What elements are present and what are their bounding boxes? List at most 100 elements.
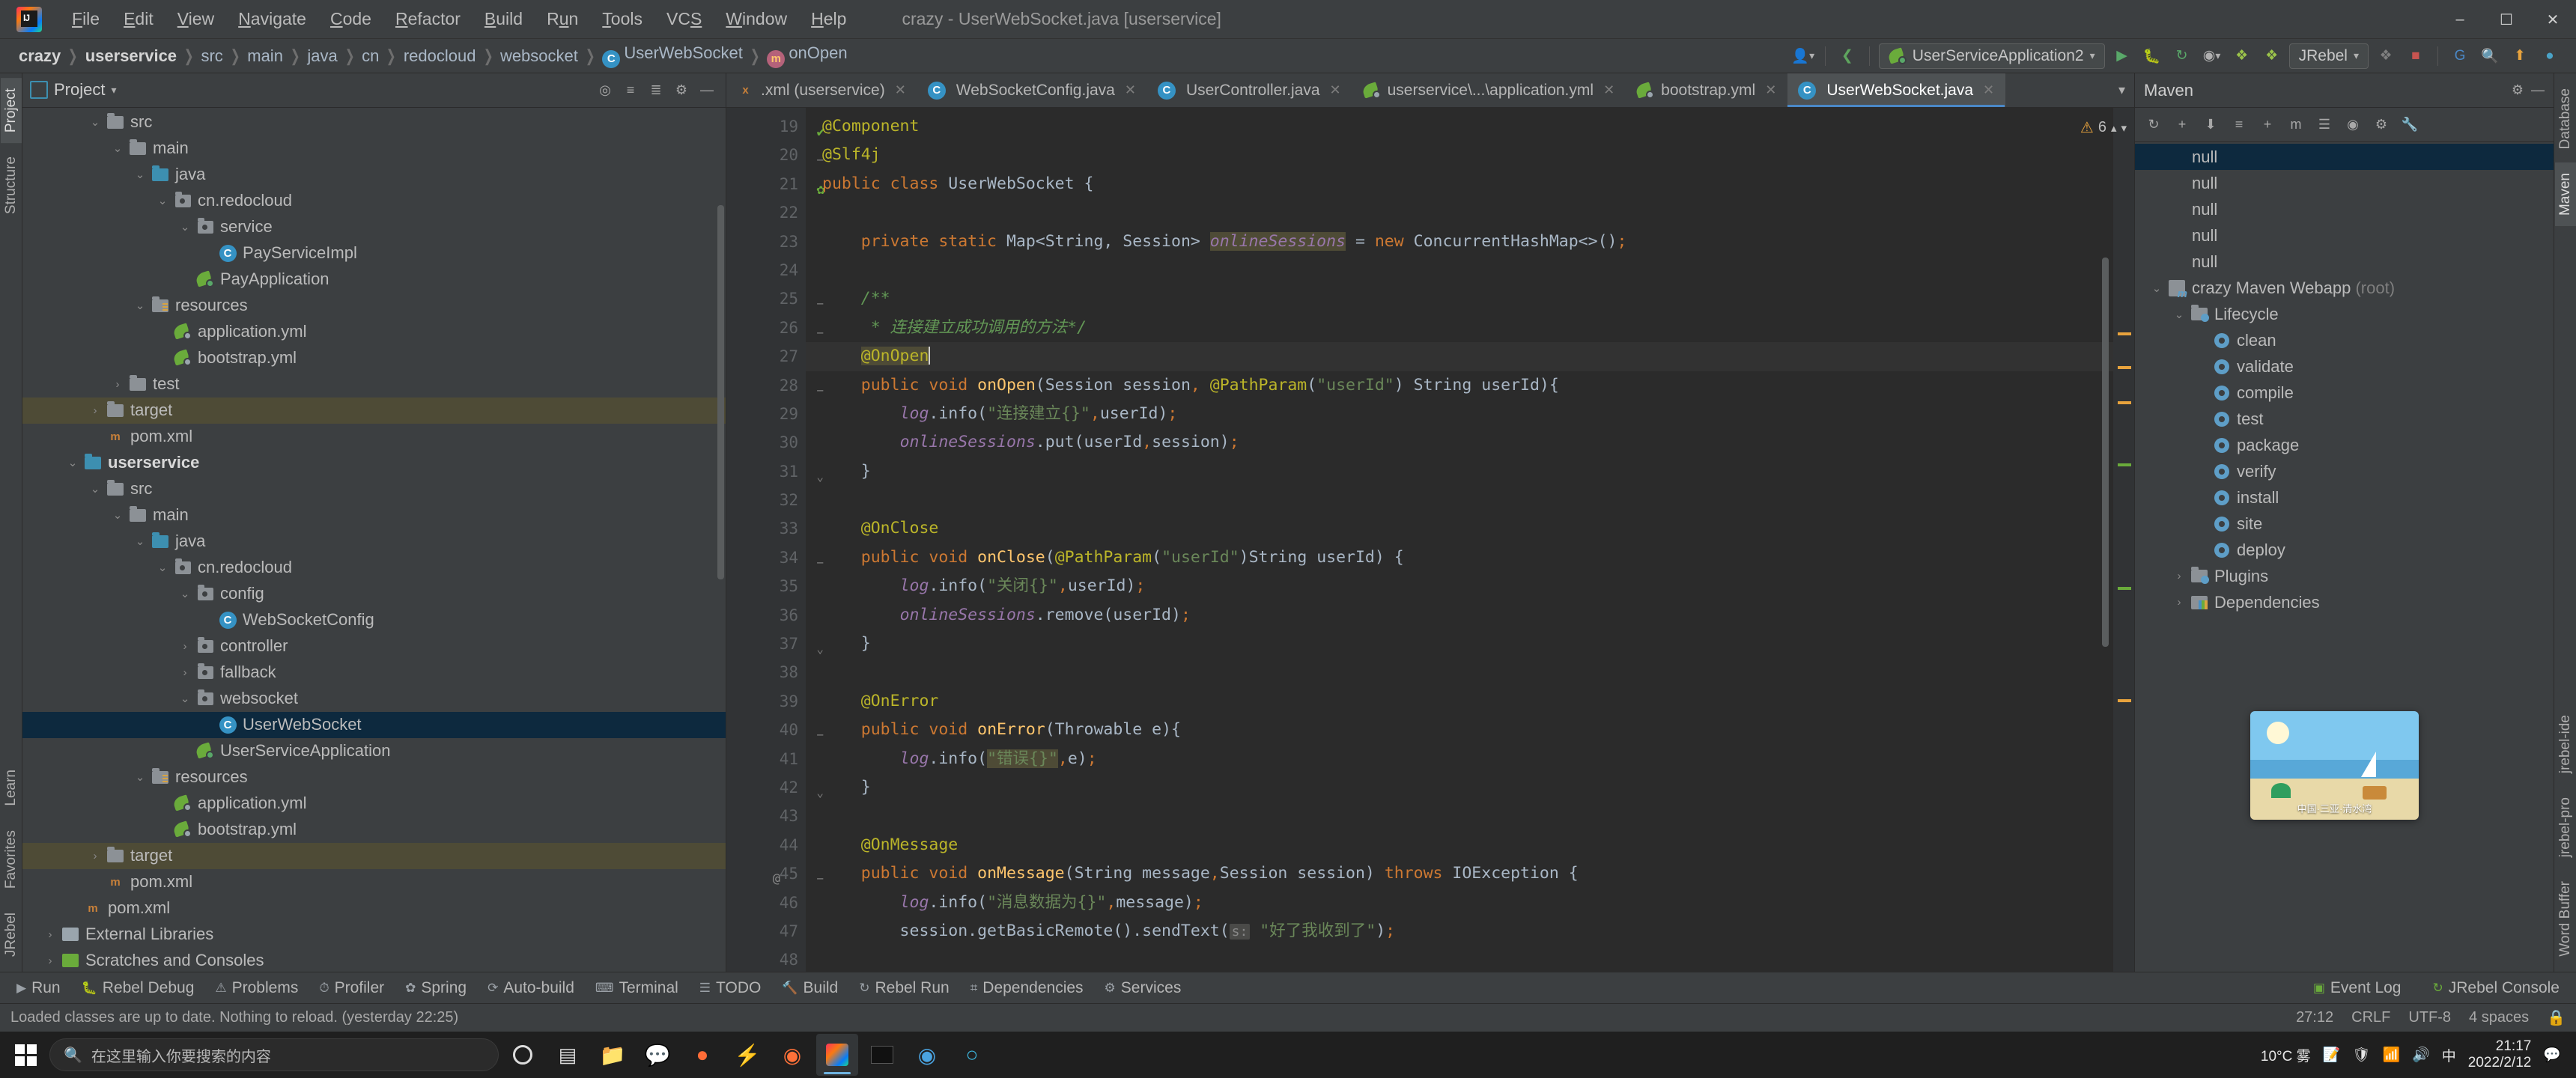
caret-position[interactable]: 27:12: [2296, 1009, 2333, 1026]
gutter-line-44[interactable]: 44: [726, 831, 806, 859]
tool-window-event-log[interactable]: ▣Event Log: [2304, 977, 2411, 999]
project-tree-item-pom-xml[interactable]: mpom.xml: [22, 869, 726, 895]
tool-window-todo[interactable]: ☰TODO: [690, 977, 771, 999]
code-line-39[interactable]: @OnError: [806, 687, 2134, 716]
project-tree-item-scratches-and-consoles[interactable]: ›Scratches and Consoles: [22, 948, 726, 972]
chevron-down-icon[interactable]: ⌄: [130, 299, 150, 312]
menu-tools[interactable]: Tools: [590, 6, 654, 32]
code-line-38[interactable]: [806, 658, 2134, 686]
gutter-line-24[interactable]: 24: [726, 256, 806, 284]
project-tree-item-pom-xml[interactable]: mpom.xml: [22, 895, 726, 922]
maven-tree-item-validate[interactable]: validate: [2135, 353, 2554, 380]
update-icon[interactable]: ■: [2403, 43, 2428, 69]
maven-tree-item-deploy[interactable]: deploy: [2135, 537, 2554, 563]
code-line-23[interactable]: private static Map<String, Session> onli…: [806, 228, 2134, 256]
maven-tree-item-dependencies[interactable]: ›Dependencies: [2135, 589, 2554, 615]
maven-tree-item-lifecycle[interactable]: ⌄Lifecycle: [2135, 301, 2554, 327]
breadcrumb-src[interactable]: src: [195, 46, 228, 66]
breadcrumb-crazy[interactable]: crazy: [13, 46, 66, 66]
code-line-42[interactable]: }: [806, 773, 2134, 802]
tool-window-spring[interactable]: ✿Spring: [396, 977, 476, 999]
cortana-icon[interactable]: [502, 1034, 544, 1076]
code-line-40[interactable]: public void onError(Throwable e){: [806, 716, 2134, 744]
chevron-right-icon[interactable]: ›: [40, 954, 60, 967]
maven-tree-item-plugins[interactable]: ›Plugins: [2135, 563, 2554, 589]
lightning-icon[interactable]: ⚡: [726, 1034, 768, 1076]
gutter-line-47[interactable]: 47: [726, 917, 806, 945]
breadcrumb-websocket[interactable]: websocket: [495, 46, 583, 66]
gutter-line-21[interactable]: 21✿: [726, 170, 806, 198]
execute-icon[interactable]: ⚙: [2370, 114, 2393, 136]
show-diagram-icon[interactable]: ☰: [2313, 114, 2336, 136]
gutter-line-20[interactable]: 20−: [726, 141, 806, 169]
menu-build[interactable]: Build: [473, 6, 535, 32]
notepad-icon[interactable]: 📝: [2323, 1046, 2341, 1064]
code-line-43[interactable]: [806, 802, 2134, 830]
jrebel-selector[interactable]: JRebel ▾: [2289, 43, 2369, 69]
code-line-22[interactable]: [806, 198, 2134, 227]
chevron-up-icon[interactable]: ▴: [2111, 121, 2117, 135]
project-tree-item-config[interactable]: ⌄config: [22, 581, 726, 607]
chevron-down-icon[interactable]: ⌄: [175, 220, 195, 234]
menu-edit[interactable]: Edit: [112, 6, 165, 32]
file-explorer-icon[interactable]: 📁: [592, 1034, 634, 1076]
hide-icon[interactable]: —: [2531, 82, 2545, 98]
chevron-down-icon[interactable]: ⌄: [130, 770, 150, 784]
menu-view[interactable]: View: [165, 6, 226, 32]
profile-memory-icon[interactable]: ❖: [2259, 43, 2285, 69]
editor-tab--xml-userservice-[interactable]: x.xml (userservice)✕: [726, 73, 917, 107]
run-icon[interactable]: ▶: [2109, 43, 2135, 69]
user-icon[interactable]: 👤▾: [1790, 43, 1816, 69]
tool-window-rebel-debug[interactable]: 🐛Rebel Debug: [73, 977, 204, 999]
rail-tab-favorites[interactable]: Favorites: [1, 820, 22, 899]
chevron-right-icon[interactable]: ›: [85, 850, 105, 862]
close-icon[interactable]: ✕: [1765, 82, 1776, 98]
chevron-down-icon[interactable]: ⌄: [130, 168, 150, 181]
project-tree-item-application-yml[interactable]: application.yml: [22, 791, 726, 817]
coverage-icon[interactable]: ◉▾: [2199, 43, 2225, 69]
gutter-line-23[interactable]: 23: [726, 228, 806, 256]
project-tree-item-resources[interactable]: ⌄resources: [22, 764, 726, 791]
editor-tabs-overflow[interactable]: ▾: [2109, 73, 2134, 107]
rail-tab-learn[interactable]: Learn: [1, 759, 22, 817]
line-separator[interactable]: CRLF: [2351, 1009, 2390, 1026]
rail-tab-project[interactable]: Project: [1, 78, 22, 143]
editor-tab-userservice-application-yml[interactable]: userservice\...\application.yml✕: [1352, 73, 1626, 107]
breadcrumb-redocloud[interactable]: redocloud: [398, 46, 482, 66]
rail-tab-maven[interactable]: Maven: [2555, 162, 2576, 226]
project-tree-item-java[interactable]: ⌄java: [22, 529, 726, 555]
gutter-line-33[interactable]: 33: [726, 514, 806, 543]
gutter-line-45[interactable]: 45−@: [726, 859, 806, 888]
editor-gutter[interactable]: 19✔20−21✿22232425−26−2728−293031⌄323334−…: [726, 108, 806, 972]
code-line-37[interactable]: }: [806, 630, 2134, 658]
chevron-right-icon[interactable]: ›: [175, 666, 195, 679]
breadcrumb-userwebsocket[interactable]: CUserWebSocket: [597, 43, 748, 68]
input-icon[interactable]: 中: [2442, 1045, 2456, 1065]
editor-tab-usercontroller-java[interactable]: CUserController.java✕: [1147, 73, 1352, 107]
close-icon[interactable]: ✕: [1330, 82, 1341, 98]
chevron-down-icon[interactable]: ⌄: [130, 535, 150, 548]
menu-help[interactable]: Help: [799, 6, 858, 32]
breadcrumb-cn[interactable]: cn: [356, 46, 384, 66]
code-line-36[interactable]: onlineSessions.remove(userId);: [806, 601, 2134, 630]
chevron-down-icon[interactable]: ⌄: [175, 587, 195, 600]
project-tree-item-src[interactable]: ⌄src: [22, 476, 726, 502]
task-view-icon[interactable]: ▤: [547, 1034, 589, 1076]
editor-tab-websocketconfig-java[interactable]: CWebSocketConfig.java✕: [917, 73, 1147, 107]
gutter-line-48[interactable]: 48: [726, 945, 806, 974]
chevron-right-icon[interactable]: ›: [40, 928, 60, 941]
project-tree-item-websocket[interactable]: ⌄websocket: [22, 686, 726, 712]
project-tree-item-src[interactable]: ⌄src: [22, 109, 726, 135]
editor-marker-column[interactable]: [2113, 108, 2134, 972]
gutter-line-27[interactable]: 27: [726, 342, 806, 371]
editor-tab-userwebsocket-java[interactable]: CUserWebSocket.java✕: [1787, 73, 2005, 107]
project-tree-item-websocketconfig[interactable]: CWebSocketConfig: [22, 607, 726, 633]
project-tree-item-main[interactable]: ⌄main: [22, 502, 726, 529]
rail-tab-jrebel[interactable]: JRebel: [1, 902, 22, 967]
tool-window-run[interactable]: ▶Run: [7, 977, 70, 999]
gutter-line-43[interactable]: 43: [726, 802, 806, 830]
project-tree-item-bootstrap-yml[interactable]: bootstrap.yml: [22, 817, 726, 843]
inspection-badge[interactable]: ⚠ 6 ▴ ▾: [2080, 118, 2127, 137]
toggle-offline-icon[interactable]: m: [2285, 114, 2307, 136]
maven-tree-item-null[interactable]: null: [2135, 196, 2554, 222]
